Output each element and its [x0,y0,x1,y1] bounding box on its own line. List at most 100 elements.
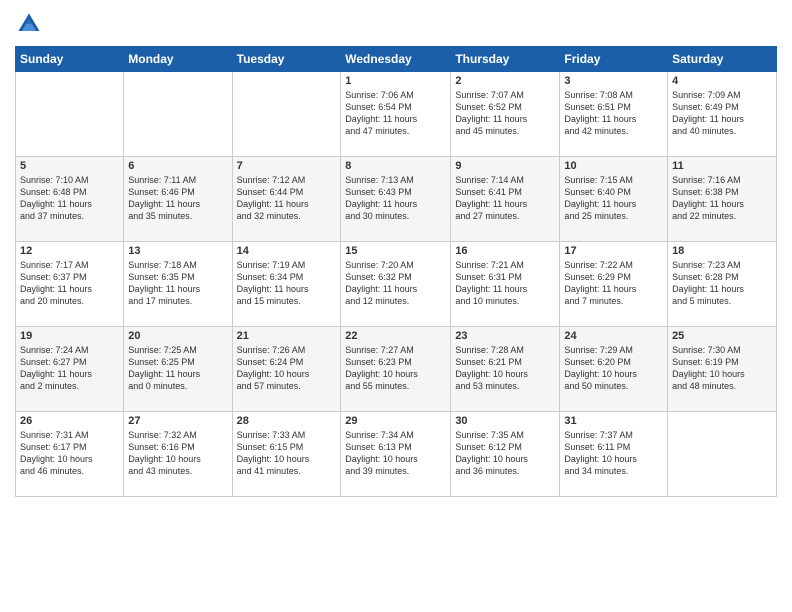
day-info: Sunrise: 7:35 AM Sunset: 6:12 PM Dayligh… [455,429,555,478]
calendar-cell: 4 Sunrise: 7:09 AM Sunset: 6:49 PM Daylig… [668,72,777,157]
day-number: 31 [564,415,663,427]
calendar-table: SundayMondayTuesdayWednesdayThursdayFrid… [15,46,777,497]
day-info: Sunrise: 7:17 AM Sunset: 6:37 PM Dayligh… [20,259,119,308]
day-number: 21 [237,330,337,342]
day-info: Sunrise: 7:13 AM Sunset: 6:43 PM Dayligh… [345,174,446,223]
calendar-cell: 18Sunrise: 7:23 AM Sunset: 6:28 PM Dayli… [668,242,777,327]
calendar-cell [16,72,124,157]
calendar-week-3: 12 Sunrise: 7:17 AM Sunset: 6:37 PM Dayli… [16,242,777,327]
day-number: 3 [564,75,663,87]
day-number: 6 [128,160,227,172]
calendar-cell: 21 Sunrise: 7:26 AM Sunset: 6:24 PM Dayli… [232,327,341,412]
day-info: Sunrise: 7:26 AM Sunset: 6:24 PM Dayligh… [237,344,337,393]
calendar-week-4: 19 Sunrise: 7:24 AM Sunset: 6:27 PM Dayli… [16,327,777,412]
calendar-cell: 8 Sunrise: 7:13 AM Sunset: 6:43 PM Daylig… [341,157,451,242]
calendar-cell: 23 Sunrise: 7:28 AM Sunset: 6:21 PM Dayli… [451,327,560,412]
day-info: Sunrise: 7:33 AM Sunset: 6:15 PM Dayligh… [237,429,337,478]
weekday-header-row: SundayMondayTuesdayWednesdayThursdayFrid… [16,47,777,72]
calendar-cell: 30 Sunrise: 7:35 AM Sunset: 6:12 PM Dayli… [451,412,560,497]
calendar-cell [668,412,777,497]
day-info: Sunrise: 7:08 AM Sunset: 6:51 PM Dayligh… [564,89,663,138]
day-number: 28 [237,415,337,427]
weekday-header-saturday: Saturday [668,47,777,72]
calendar-cell: 2 Sunrise: 7:07 AM Sunset: 6:52 PM Daylig… [451,72,560,157]
day-info: Sunrise: 7:24 AM Sunset: 6:27 PM Dayligh… [20,344,119,393]
day-number: 5 [20,160,119,172]
day-number: 1 [345,75,446,87]
day-info: Sunrise: 7:34 AM Sunset: 6:13 PM Dayligh… [345,429,446,478]
day-info: Sunrise: 7:09 AM Sunset: 6:49 PM Dayligh… [672,89,772,138]
day-number: 19 [20,330,119,342]
header [15,10,777,38]
calendar-cell: 17Sunrise: 7:22 AM Sunset: 6:29 PM Dayli… [560,242,668,327]
day-number: 23 [455,330,555,342]
day-info: Sunrise: 7:15 AM Sunset: 6:40 PM Dayligh… [564,174,663,223]
day-number: 12 [20,245,119,257]
day-number: 9 [455,160,555,172]
day-number: 27 [128,415,227,427]
day-number: 17 [564,245,663,257]
calendar-cell: 31 Sunrise: 7:37 AM Sunset: 6:11 PM Dayli… [560,412,668,497]
day-number: 4 [672,75,772,87]
day-number: 25 [672,330,772,342]
calendar-cell: 3 Sunrise: 7:08 AM Sunset: 6:51 PM Daylig… [560,72,668,157]
weekday-header-sunday: Sunday [16,47,124,72]
calendar-cell: 16 Sunrise: 7:21 AM Sunset: 6:31 PM Dayli… [451,242,560,327]
calendar-cell: 5Sunrise: 7:10 AM Sunset: 6:48 PM Daylig… [16,157,124,242]
calendar-cell: 7Sunrise: 7:12 AM Sunset: 6:44 PM Daylig… [232,157,341,242]
day-number: 16 [455,245,555,257]
day-info: Sunrise: 7:30 AM Sunset: 6:19 PM Dayligh… [672,344,772,393]
calendar-cell: 14Sunrise: 7:19 AM Sunset: 6:34 PM Dayli… [232,242,341,327]
calendar-cell [124,72,232,157]
logo-icon [15,10,43,38]
day-number: 20 [128,330,227,342]
day-number: 8 [345,160,446,172]
day-info: Sunrise: 7:28 AM Sunset: 6:21 PM Dayligh… [455,344,555,393]
day-info: Sunrise: 7:07 AM Sunset: 6:52 PM Dayligh… [455,89,555,138]
day-number: 14 [237,245,337,257]
logo [15,10,45,38]
day-number: 2 [455,75,555,87]
day-number: 29 [345,415,446,427]
day-info: Sunrise: 7:21 AM Sunset: 6:31 PM Dayligh… [455,259,555,308]
weekday-header-monday: Monday [124,47,232,72]
day-info: Sunrise: 7:37 AM Sunset: 6:11 PM Dayligh… [564,429,663,478]
calendar-cell: 1 Sunrise: 7:06 AM Sunset: 6:54 PM Daylig… [341,72,451,157]
calendar-cell: 26Sunrise: 7:31 AM Sunset: 6:17 PM Dayli… [16,412,124,497]
day-info: Sunrise: 7:20 AM Sunset: 6:32 PM Dayligh… [345,259,446,308]
day-number: 24 [564,330,663,342]
weekday-header-wednesday: Wednesday [341,47,451,72]
day-number: 15 [345,245,446,257]
day-number: 18 [672,245,772,257]
calendar-cell: 20 Sunrise: 7:25 AM Sunset: 6:25 PM Dayli… [124,327,232,412]
day-info: Sunrise: 7:11 AM Sunset: 6:46 PM Dayligh… [128,174,227,223]
day-info: Sunrise: 7:06 AM Sunset: 6:54 PM Dayligh… [345,89,446,138]
calendar-cell: 10 Sunrise: 7:15 AM Sunset: 6:40 PM Dayli… [560,157,668,242]
day-number: 22 [345,330,446,342]
calendar-cell: 24Sunrise: 7:29 AM Sunset: 6:20 PM Dayli… [560,327,668,412]
day-info: Sunrise: 7:12 AM Sunset: 6:44 PM Dayligh… [237,174,337,223]
calendar-cell: 22 Sunrise: 7:27 AM Sunset: 6:23 PM Dayli… [341,327,451,412]
calendar-cell: 9 Sunrise: 7:14 AM Sunset: 6:41 PM Daylig… [451,157,560,242]
day-info: Sunrise: 7:27 AM Sunset: 6:23 PM Dayligh… [345,344,446,393]
weekday-header-thursday: Thursday [451,47,560,72]
weekday-header-tuesday: Tuesday [232,47,341,72]
day-info: Sunrise: 7:16 AM Sunset: 6:38 PM Dayligh… [672,174,772,223]
day-number: 30 [455,415,555,427]
day-info: Sunrise: 7:25 AM Sunset: 6:25 PM Dayligh… [128,344,227,393]
calendar-cell: 25 Sunrise: 7:30 AM Sunset: 6:19 PM Dayli… [668,327,777,412]
page-container: SundayMondayTuesdayWednesdayThursdayFrid… [0,0,792,507]
weekday-header-friday: Friday [560,47,668,72]
calendar-cell: 11Sunrise: 7:16 AM Sunset: 6:38 PM Dayli… [668,157,777,242]
calendar-cell: 27Sunrise: 7:32 AM Sunset: 6:16 PM Dayli… [124,412,232,497]
day-number: 13 [128,245,227,257]
calendar-cell: 6 Sunrise: 7:11 AM Sunset: 6:46 PM Daylig… [124,157,232,242]
day-number: 10 [564,160,663,172]
day-number: 26 [20,415,119,427]
calendar-cell: 12 Sunrise: 7:17 AM Sunset: 6:37 PM Dayli… [16,242,124,327]
calendar-week-2: 5Sunrise: 7:10 AM Sunset: 6:48 PM Daylig… [16,157,777,242]
calendar-cell: 28 Sunrise: 7:33 AM Sunset: 6:15 PM Dayli… [232,412,341,497]
calendar-cell: 15 Sunrise: 7:20 AM Sunset: 6:32 PM Dayli… [341,242,451,327]
calendar-week-1: 1 Sunrise: 7:06 AM Sunset: 6:54 PM Daylig… [16,72,777,157]
day-info: Sunrise: 7:14 AM Sunset: 6:41 PM Dayligh… [455,174,555,223]
